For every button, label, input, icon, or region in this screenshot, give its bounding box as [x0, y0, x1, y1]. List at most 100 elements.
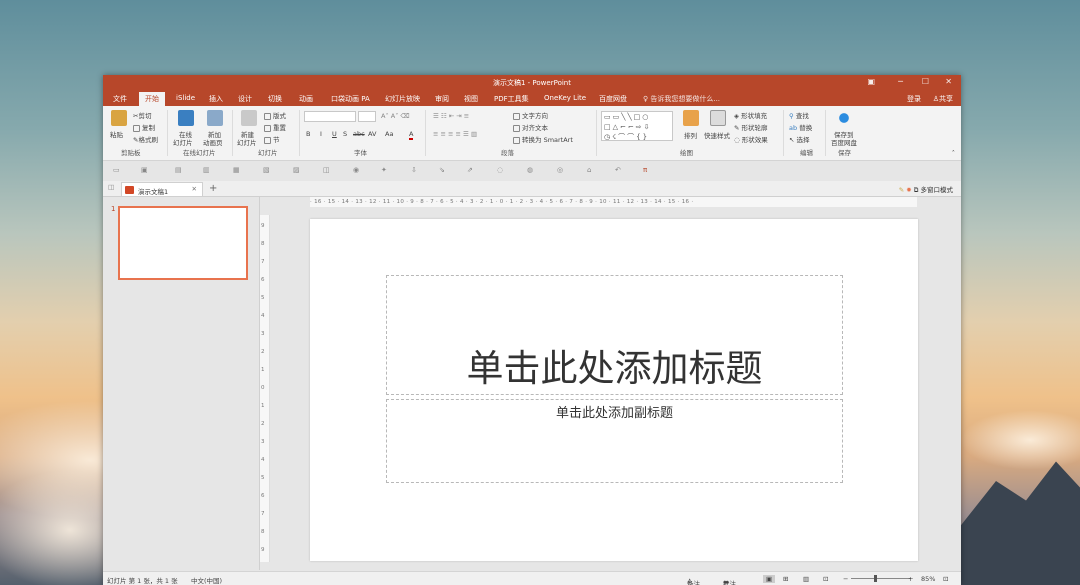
- shape-fill-button[interactable]: ◈ 形状填充: [734, 110, 767, 120]
- underline-button[interactable]: U: [332, 130, 337, 138]
- slide-sorter-icon[interactable]: ⊞: [783, 575, 788, 583]
- login-button[interactable]: 登录: [907, 94, 921, 104]
- tab-transitions[interactable]: 切换: [268, 94, 282, 104]
- tab-slideshow[interactable]: 幻灯片放映: [385, 94, 420, 104]
- tab-home[interactable]: 开始: [139, 92, 165, 106]
- tab-baidu-netdisk[interactable]: 百度网盘: [599, 94, 627, 104]
- reset-button[interactable]: 重置: [264, 122, 286, 132]
- font-color-button[interactable]: A: [409, 130, 414, 140]
- minimize-icon[interactable]: ─: [898, 77, 903, 86]
- text-direction-button[interactable]: 文字方向: [513, 110, 548, 120]
- format-painter-button[interactable]: ✎格式刷: [133, 134, 158, 144]
- shapes-gallery[interactable]: ▭▭╲╲□○ □△⌐⌐⇨⇩ ◷☇⌒⌒{}: [601, 111, 673, 141]
- document-tab[interactable]: 演示文稿1 ✕: [121, 182, 203, 196]
- zoom-slider-handle[interactable]: [874, 575, 877, 582]
- qat-icon[interactable]: ◉: [353, 166, 359, 174]
- new-tab-button[interactable]: +: [209, 183, 217, 194]
- multi-window-label[interactable]: 多窗口模式: [921, 186, 954, 194]
- find-button[interactable]: ⚲ 查找: [789, 110, 809, 120]
- qat-icon[interactable]: ◎: [557, 166, 563, 174]
- qat-icon[interactable]: ◫: [323, 166, 330, 174]
- zoom-in-button[interactable]: +: [908, 575, 913, 583]
- change-case-button[interactable]: Aa: [385, 130, 393, 138]
- tell-me-search[interactable]: ♀ 告诉我您想要做什么...: [643, 94, 720, 104]
- qat-icon[interactable]: ⇘: [439, 166, 445, 174]
- replace-button[interactable]: ab 替换: [789, 122, 812, 132]
- tab-pdf-tools[interactable]: PDF工具集: [494, 94, 529, 104]
- zoom-slider[interactable]: [851, 578, 911, 579]
- tab-onekey-lite[interactable]: OneKey Lite: [544, 94, 586, 102]
- slide-thumbnail[interactable]: [118, 206, 248, 280]
- qat-icon[interactable]: ◌: [497, 166, 503, 174]
- paste-icon[interactable]: [111, 110, 127, 126]
- qat-icon[interactable]: ▣: [141, 166, 148, 174]
- layout-button[interactable]: 版式: [264, 110, 286, 120]
- qat-icon[interactable]: ▦: [233, 166, 240, 174]
- pin-icon[interactable]: ✎: [899, 186, 904, 194]
- add-animation-page-icon[interactable]: [207, 110, 223, 126]
- align-buttons[interactable]: ≡ ≡ ≡ ≡ ☰ ▥: [433, 130, 477, 138]
- smartart-button[interactable]: 转换为 SmartArt: [513, 134, 573, 144]
- italic-button[interactable]: I: [320, 130, 322, 138]
- new-slide-icon[interactable]: [241, 110, 257, 126]
- cut-button[interactable]: ✂剪切: [133, 110, 151, 120]
- shadow-button[interactable]: S: [343, 130, 347, 138]
- strikethrough-button[interactable]: abc: [353, 130, 365, 138]
- section-button[interactable]: 节: [264, 134, 280, 144]
- collapse-ribbon-icon[interactable]: ˄: [952, 149, 955, 157]
- align-text-button[interactable]: 对齐文本: [513, 122, 548, 132]
- tab-pocket-animation[interactable]: 口袋动画 PA: [331, 94, 370, 104]
- close-tab-icon[interactable]: ✕: [192, 185, 197, 193]
- qat-icon[interactable]: ▤: [175, 166, 182, 174]
- fit-to-window-icon[interactable]: ⊡: [943, 575, 948, 583]
- title-placeholder[interactable]: 单击此处添加标题: [386, 275, 843, 395]
- zoom-out-button[interactable]: −: [843, 575, 848, 583]
- qat-icon[interactable]: ⇩: [411, 166, 417, 174]
- tab-islide[interactable]: iSlide: [176, 94, 195, 102]
- font-size-buttons[interactable]: A˄ A˅ ⌫: [381, 112, 410, 120]
- share-button[interactable]: ♙共享: [933, 94, 953, 104]
- bold-button[interactable]: B: [306, 130, 310, 138]
- undo-icon[interactable]: ↶: [615, 166, 621, 174]
- online-slides-icon[interactable]: [178, 110, 194, 126]
- quick-styles-icon[interactable]: [710, 110, 726, 126]
- baidu-cloud-icon[interactable]: [836, 110, 852, 126]
- restore-ribbon-icon[interactable]: ▣: [867, 77, 875, 86]
- qat-icon[interactable]: ▨: [293, 166, 300, 174]
- arrange-icon[interactable]: [683, 110, 699, 126]
- close-icon[interactable]: ✕: [945, 77, 952, 86]
- subtitle-placeholder[interactable]: 单击此处添加副标题: [386, 399, 843, 483]
- tab-insert[interactable]: 插入: [209, 94, 223, 104]
- pi-icon[interactable]: π: [643, 166, 647, 174]
- tab-view[interactable]: 视图: [464, 94, 478, 104]
- qat-icon[interactable]: ▧: [263, 166, 270, 174]
- copy-button[interactable]: 复制: [133, 122, 155, 132]
- zoom-level[interactable]: 85%: [921, 575, 935, 583]
- tab-review[interactable]: 审阅: [435, 94, 449, 104]
- maximize-icon[interactable]: ☐: [922, 77, 929, 86]
- font-name-input[interactable]: [304, 111, 356, 122]
- language[interactable]: 中文(中国): [191, 575, 222, 585]
- tabs-menu-icon[interactable]: ◫: [108, 183, 114, 191]
- select-button[interactable]: ↖ 选择: [789, 134, 810, 144]
- shape-effects-button[interactable]: ◌ 形状效果: [734, 134, 768, 144]
- bullets-buttons[interactable]: ☰ ☷ ⇤ ⇥ ≡: [433, 112, 469, 120]
- tab-file[interactable]: 文件: [113, 94, 127, 104]
- qat-icon[interactable]: ✦: [381, 166, 387, 174]
- tab-design[interactable]: 设计: [238, 94, 252, 104]
- tab-animations[interactable]: 动画: [299, 94, 313, 104]
- reading-view-icon[interactable]: ▥: [803, 575, 809, 583]
- slideshow-icon[interactable]: ⊡: [823, 575, 828, 583]
- font-size-input[interactable]: [358, 111, 376, 122]
- qat-icon[interactable]: ⇗: [467, 166, 473, 174]
- settings-icon[interactable]: ✹: [906, 186, 911, 194]
- qat-icon[interactable]: ◍: [527, 166, 533, 174]
- shape-outline-button[interactable]: ✎ 形状轮廓: [734, 122, 768, 132]
- slide-canvas[interactable]: 单击此处添加标题 单击此处添加副标题: [310, 219, 918, 561]
- qat-icon[interactable]: ▭: [113, 166, 120, 174]
- char-spacing-button[interactable]: AV: [368, 130, 376, 138]
- normal-view-icon[interactable]: ▣: [763, 575, 776, 583]
- qat-icon[interactable]: ⌂: [587, 166, 591, 174]
- multi-window-icon[interactable]: ⧉: [914, 186, 919, 194]
- qat-icon[interactable]: ▥: [203, 166, 210, 174]
